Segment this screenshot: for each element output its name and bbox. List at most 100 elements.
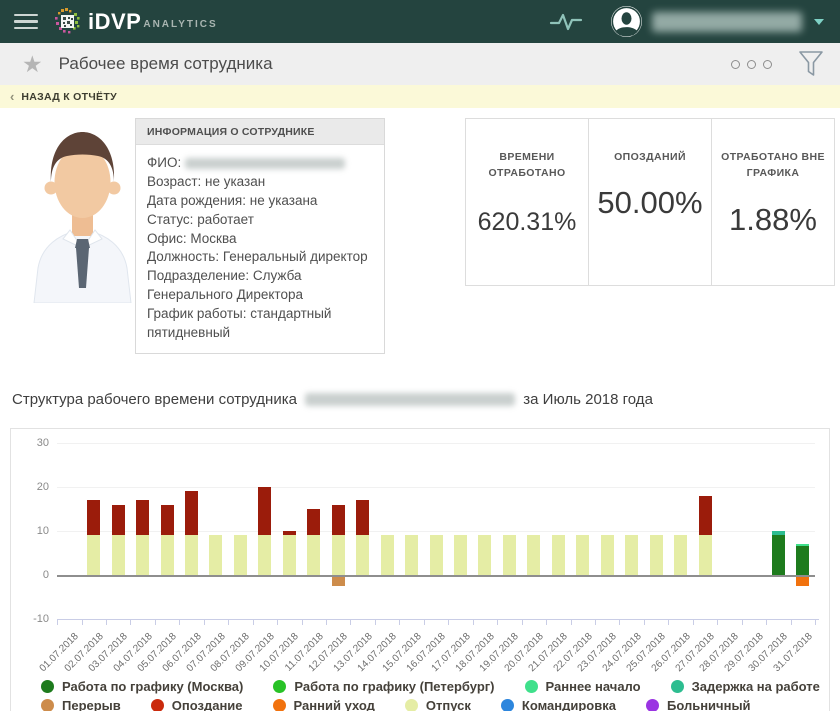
bar-segment-vacation[interactable]: [601, 535, 614, 575]
legend-item-sick[interactable]: Больничный: [646, 698, 751, 711]
bar-segment-vacation[interactable]: [674, 535, 687, 575]
bar-segment-early_leave[interactable]: [796, 577, 809, 586]
legend-dot: [151, 699, 164, 711]
bar-segment-vacation[interactable]: [234, 535, 247, 575]
bar-segment-vacation[interactable]: [332, 535, 345, 575]
legend-item-late[interactable]: Опоздание: [151, 698, 243, 711]
x-axis-tick: [815, 620, 816, 625]
gridline: [57, 487, 815, 488]
bar-segment-offplan_work[interactable]: [307, 509, 320, 535]
chart-plot[interactable]: 3020100-10: [57, 443, 815, 619]
back-label: НАЗАД К ОТЧЁТУ: [21, 91, 117, 103]
bar-segment-offplan_work[interactable]: [699, 496, 712, 536]
bar-segment-vacation[interactable]: [503, 535, 516, 575]
kpi-value: 50.00%: [589, 185, 711, 221]
bar-segment-vacation[interactable]: [552, 535, 565, 575]
bar-segment-offplan_work[interactable]: [258, 487, 271, 535]
chevron-down-icon[interactable]: [814, 19, 824, 25]
legend-item-late_stay[interactable]: Задержка на работе: [671, 679, 820, 694]
bar-segment-early_start[interactable]: [796, 544, 809, 546]
employee-info-card-body: ФИО: Возраст: не указанДата рождения: не…: [136, 145, 384, 353]
bar-segment-vacation[interactable]: [87, 535, 100, 575]
legend-label: Раннее начало: [546, 679, 641, 694]
legend-dot: [501, 699, 514, 711]
bar-segment-vacation[interactable]: [625, 535, 638, 575]
page-title: Рабочее время сотрудника: [59, 54, 273, 74]
bar-segment-offplan_work[interactable]: [283, 531, 296, 535]
bar-segment-vacation[interactable]: [478, 535, 491, 575]
bar-segment-vacation[interactable]: [405, 535, 418, 575]
user-avatar[interactable]: [611, 6, 642, 37]
employee-field: Офис: Москва: [147, 230, 373, 249]
legend-dot: [405, 699, 418, 711]
app-header: iDVP ANALYTICS: [0, 0, 840, 43]
bar-segment-vacation[interactable]: [381, 535, 394, 575]
bar-segment-offplan_work[interactable]: [87, 500, 100, 535]
legend-dot: [273, 680, 286, 693]
filter-icon[interactable]: [798, 50, 824, 78]
legend-dot: [671, 680, 684, 693]
bar-segment-vacation[interactable]: [161, 535, 174, 575]
bar-segment-offplan_work[interactable]: [356, 500, 369, 535]
bar-segment-vacation[interactable]: [185, 535, 198, 575]
bar-segment-vacation[interactable]: [699, 535, 712, 575]
bar-segment-vacation[interactable]: [527, 535, 540, 575]
profile-row: ИНФОРМАЦИЯ О СОТРУДНИКЕ ФИО: Возраст: не…: [0, 108, 840, 354]
bar-segment-vacation[interactable]: [576, 535, 589, 575]
legend-label: Отпуск: [426, 698, 471, 711]
bar-segment-vacation[interactable]: [650, 535, 663, 575]
y-axis-tick-label: 0: [17, 569, 49, 581]
bar-segment-schedule_msk[interactable]: [772, 535, 785, 575]
kpi-value: 620.31%: [466, 208, 588, 237]
legend-item-early_start[interactable]: Раннее начало: [525, 679, 641, 694]
chart-title-name-redacted: [305, 393, 515, 406]
legend-dot: [525, 680, 538, 693]
bar-segment-vacation[interactable]: [258, 535, 271, 575]
legend-label: Ранний уход: [294, 698, 375, 711]
employee-info-card-title: ИНФОРМАЦИЯ О СОТРУДНИКЕ: [136, 119, 384, 145]
employee-field: ФИО:: [147, 154, 373, 173]
kpi-label: ВРЕМЕНИ ОТРАБОТАНО: [475, 149, 580, 182]
bar-segment-schedule_msk[interactable]: [796, 546, 809, 575]
legend-label: Работа по графику (Петербург): [294, 679, 494, 694]
kpi-off-schedule: ОТРАБОТАНО ВНЕ ГРАФИКА 1.88%: [711, 119, 834, 285]
user-name-redacted: [652, 12, 802, 32]
bar-segment-vacation[interactable]: [209, 535, 222, 575]
brand-name: iDVP: [88, 9, 141, 35]
chart-title-prefix: Структура рабочего времени сотрудника: [12, 391, 297, 408]
legend-label: Работа по графику (Москва): [62, 679, 243, 694]
more-options-icon[interactable]: [731, 60, 772, 69]
favorite-star-icon[interactable]: ★: [22, 53, 43, 76]
legend-dot: [273, 699, 286, 711]
bar-segment-vacation[interactable]: [356, 535, 369, 575]
employee-field: График работы: стандартный пятидневный: [147, 305, 373, 343]
legend-label: Перерыв: [62, 698, 121, 711]
bar-segment-offplan_work[interactable]: [136, 500, 149, 535]
bar-segment-vacation[interactable]: [454, 535, 467, 575]
bar-segment-vacation[interactable]: [430, 535, 443, 575]
bar-segment-offplan_work[interactable]: [185, 491, 198, 535]
menu-icon[interactable]: [14, 14, 38, 30]
legend-item-schedule_msk[interactable]: Работа по графику (Москва): [41, 679, 243, 694]
bar-segment-offplan_work[interactable]: [161, 505, 174, 536]
employee-name-redacted: [185, 158, 345, 169]
legend-item-break[interactable]: Перерыв: [41, 698, 121, 711]
bar-segment-vacation[interactable]: [307, 535, 320, 575]
bar-segment-offplan_work[interactable]: [332, 505, 345, 536]
bar-segment-offplan_work[interactable]: [112, 505, 125, 536]
back-to-report-link[interactable]: ‹ НАЗАД К ОТЧЁТУ: [0, 85, 840, 108]
bar-segment-late_stay[interactable]: [772, 531, 785, 535]
bar-segment-vacation[interactable]: [112, 535, 125, 575]
bar-segment-break[interactable]: [332, 577, 345, 586]
legend-item-early_leave[interactable]: Ранний уход: [273, 698, 375, 711]
legend-item-vacation[interactable]: Отпуск: [405, 698, 471, 711]
legend-item-trip[interactable]: Командировка: [501, 698, 616, 711]
activity-pulse-icon[interactable]: [549, 11, 583, 33]
bar-segment-vacation[interactable]: [136, 535, 149, 575]
bar-segment-vacation[interactable]: [283, 535, 296, 575]
y-axis-tick-label: 10: [17, 525, 49, 537]
y-axis-tick-label: 20: [17, 481, 49, 493]
chart-panel: 3020100-10 01.07.201802.07.201803.07.201…: [10, 428, 830, 711]
employee-field: Должность: Генеральный директор: [147, 248, 373, 267]
legend-item-schedule_spb[interactable]: Работа по графику (Петербург): [273, 679, 494, 694]
